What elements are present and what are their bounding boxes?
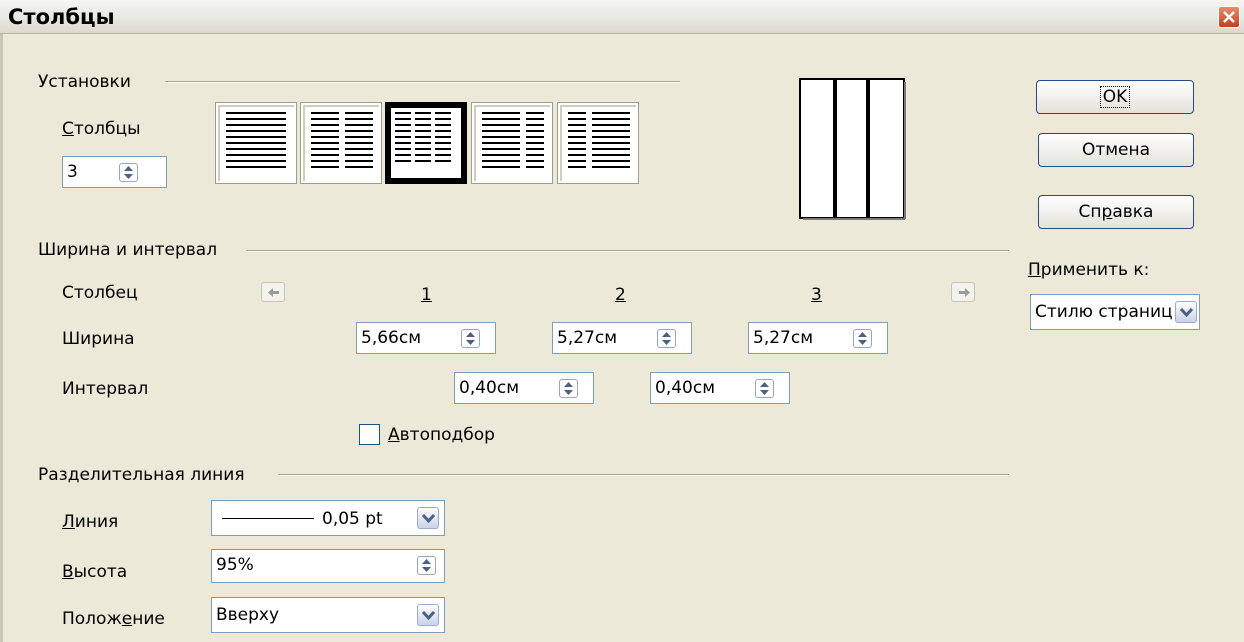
- help-button[interactable]: Справка: [1038, 195, 1194, 229]
- layout-two-columns-right-large[interactable]: [557, 102, 639, 184]
- height-value: 95%: [216, 555, 254, 575]
- autofit-label[interactable]: Автоподбор: [388, 425, 495, 445]
- columns-count-field[interactable]: 3: [62, 156, 167, 188]
- spacing-value-2: 0,40см: [655, 378, 716, 398]
- prev-column-button[interactable]: [261, 282, 285, 302]
- layout-three-columns[interactable]: [385, 102, 467, 184]
- width-value-1: 5,66см: [361, 328, 422, 348]
- column-number-1: 1: [421, 285, 432, 305]
- height-field[interactable]: 95%: [211, 549, 445, 583]
- line-dropdown-button[interactable]: [417, 507, 439, 529]
- width-spin-3[interactable]: [853, 329, 872, 348]
- height-spin-button[interactable]: [417, 556, 436, 575]
- line-sample: [222, 518, 314, 519]
- separator-group-label: Разделительная линия: [38, 465, 245, 485]
- apply-to-dropdown[interactable]: Стилю страниц: [1030, 294, 1200, 330]
- apply-to-dropdown-button[interactable]: [1175, 301, 1197, 323]
- position-dropdown[interactable]: Вверху: [211, 597, 445, 633]
- width-spacing-group-label: Ширина и интервал: [38, 240, 218, 260]
- autofit-checkbox[interactable]: [359, 424, 380, 445]
- page-preview: [799, 78, 911, 221]
- close-button[interactable]: [1218, 6, 1240, 28]
- apply-to-value: Стилю страниц: [1035, 302, 1173, 322]
- settings-separator: [165, 81, 680, 83]
- height-label: Высота: [62, 562, 128, 582]
- width-field-3[interactable]: 5,27см: [748, 322, 888, 354]
- position-dropdown-button[interactable]: [417, 604, 439, 626]
- columns-spin-button[interactable]: [119, 163, 138, 182]
- spacing-value-1: 0,40см: [459, 378, 520, 398]
- line-label: Линия: [62, 512, 119, 532]
- layout-two-columns-left-large[interactable]: [471, 102, 553, 184]
- apply-to-label: Применить к:: [1028, 260, 1150, 280]
- spacing-field-2[interactable]: 0,40см: [650, 372, 790, 404]
- ok-button[interactable]: OK: [1036, 80, 1194, 114]
- width-label: Ширина: [62, 329, 135, 349]
- width-spin-1[interactable]: [461, 329, 480, 348]
- ok-button-label: OK: [1099, 86, 1131, 108]
- width-value-3: 5,27см: [753, 328, 814, 348]
- title-bar: Столбцы: [0, 0, 1244, 34]
- column-number-2: 2: [615, 285, 626, 305]
- column-label: Столбец: [62, 283, 138, 303]
- cancel-button[interactable]: Отмена: [1038, 133, 1194, 167]
- spacing-label: Интервал: [62, 379, 149, 399]
- window-title: Столбцы: [8, 5, 115, 29]
- column-number-3: 3: [811, 285, 822, 305]
- spacing-field-1[interactable]: 0,40см: [454, 372, 594, 404]
- spacing-spin-2[interactable]: [755, 379, 774, 398]
- line-dropdown[interactable]: 0,05 pt: [211, 500, 445, 536]
- width-spacing-separator: [246, 250, 1009, 252]
- columns-label: Столбцы: [62, 119, 141, 139]
- width-field-2[interactable]: 5,27см: [552, 322, 692, 354]
- layout-one-column[interactable]: [215, 102, 297, 184]
- layout-two-columns[interactable]: [300, 102, 382, 184]
- columns-count-value: 3: [67, 162, 78, 182]
- position-value: Вверху: [216, 605, 280, 625]
- line-value: 0,05 pt: [322, 509, 383, 529]
- width-spin-2[interactable]: [657, 329, 676, 348]
- settings-group-label: Установки: [38, 72, 131, 92]
- next-column-button[interactable]: [951, 282, 975, 302]
- width-value-2: 5,27см: [557, 328, 618, 348]
- position-label: Положение: [62, 609, 165, 629]
- width-field-1[interactable]: 5,66см: [356, 322, 496, 354]
- separator-group-rule: [278, 474, 1009, 476]
- spacing-spin-1[interactable]: [559, 379, 578, 398]
- columns-dialog: Установки Столбцы 3 Ширина и интервал Ст…: [0, 34, 1244, 642]
